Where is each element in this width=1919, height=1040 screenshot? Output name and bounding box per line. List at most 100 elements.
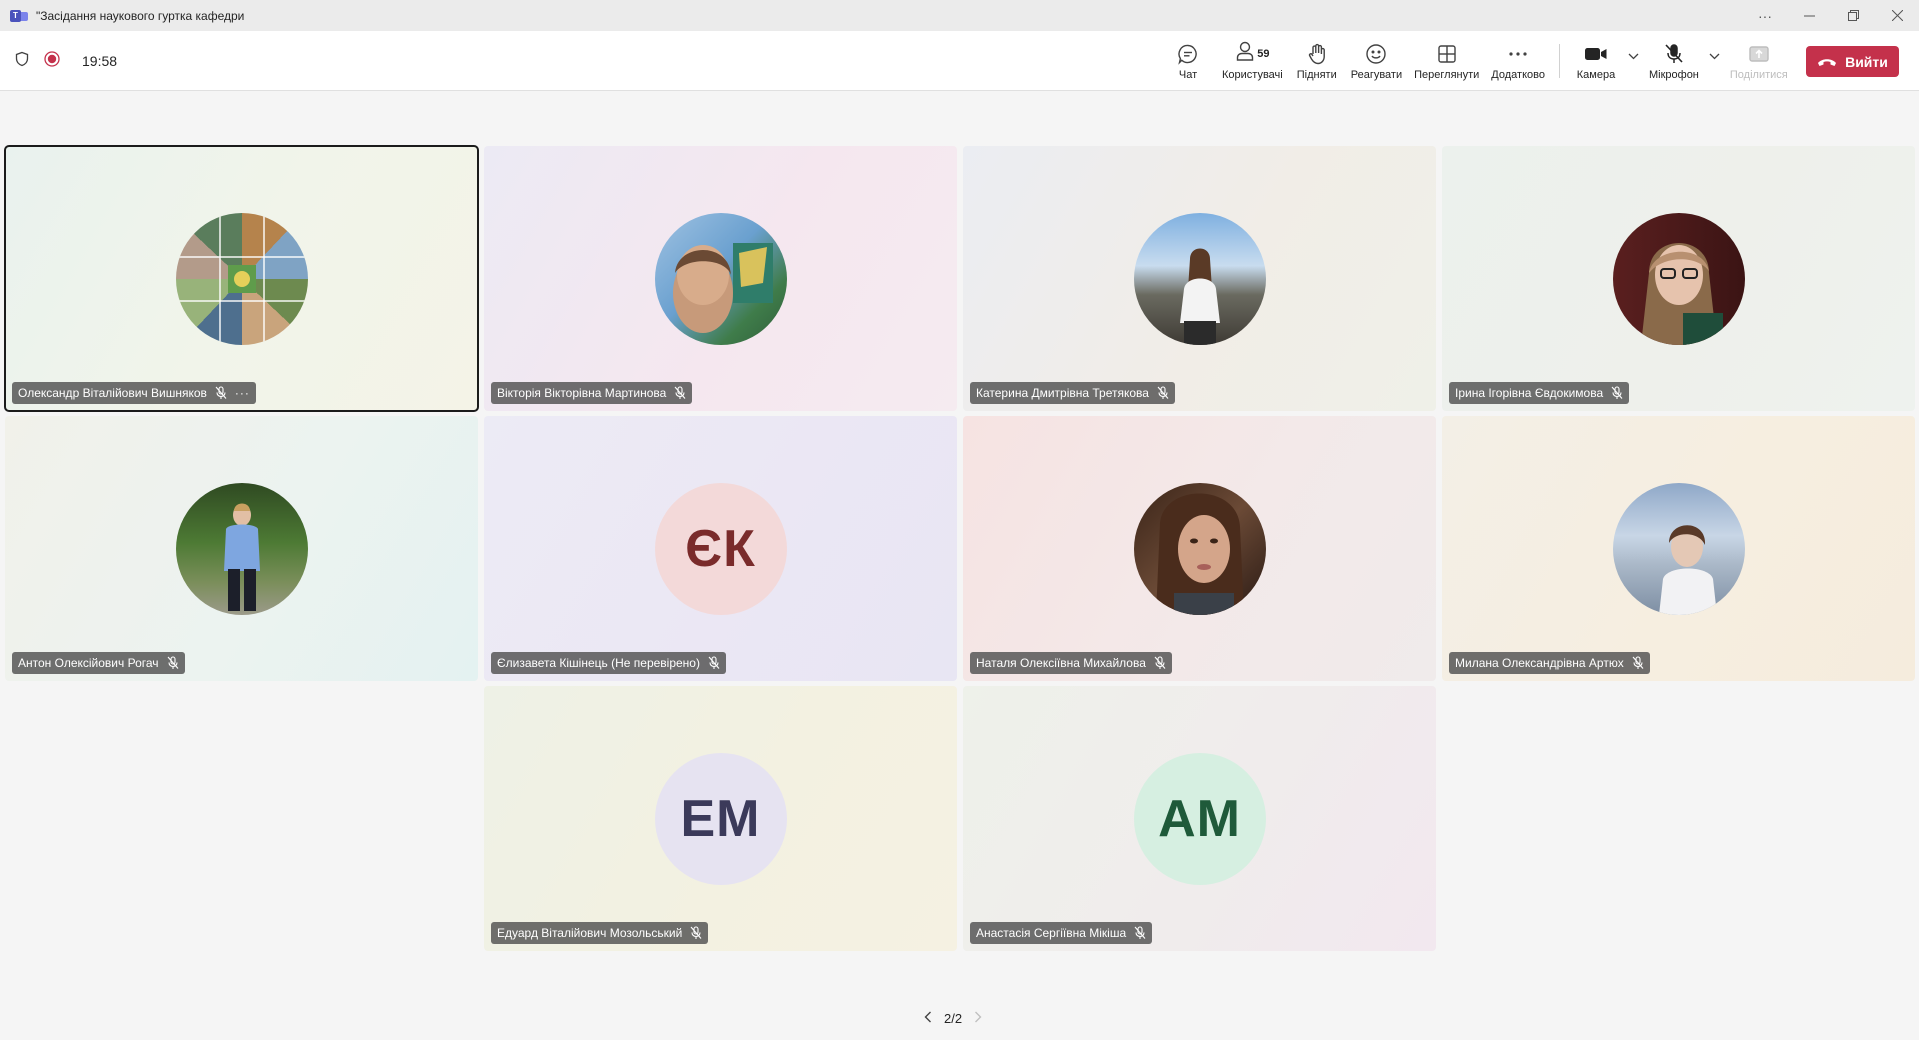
participant-tile[interactable]: Вікторія Вікторівна Мартинова <box>484 146 957 411</box>
minimize-button[interactable] <box>1787 0 1831 31</box>
avatar: ЕМ <box>654 753 787 885</box>
avatar-initials: ЄК <box>685 520 756 578</box>
participant-name: Олександр Віталійович Вишняков <box>18 386 207 400</box>
participant-tile[interactable]: ЄК Єлизавета Кішінець (Не перевірено) <box>484 416 957 681</box>
mic-off-icon <box>690 926 702 940</box>
grid-view-icon <box>1437 42 1457 66</box>
participant-tile[interactable]: ЕМ Едуард Віталійович Мозольський <box>484 686 957 951</box>
participant-name-tag: Єлизавета Кішінець (Не перевірено) <box>491 652 726 674</box>
shield-icon[interactable] <box>14 51 30 72</box>
participant-tile[interactable]: Наталя Олексіївна Михайлова <box>963 416 1436 681</box>
more-button[interactable]: Додатково <box>1485 31 1551 91</box>
more-options-icon[interactable]: ··· <box>1743 0 1787 31</box>
avatar: АМ <box>1133 753 1266 885</box>
microphone-chevron-down-icon[interactable] <box>1709 51 1720 63</box>
raise-hand-button[interactable]: Підняти <box>1289 31 1345 91</box>
mic-off-icon <box>167 656 179 670</box>
chat-button[interactable]: Чат <box>1160 31 1216 91</box>
leave-button[interactable]: Вийти <box>1806 46 1899 77</box>
meeting-timer: 19:58 <box>82 53 118 69</box>
participant-name-tag: Едуард Віталійович Мозольський <box>491 922 709 944</box>
participant-name-tag: Вікторія Вікторівна Мартинова <box>491 382 693 404</box>
participant-name: Милана Олександрівна Артюх <box>1455 656 1624 670</box>
participant-tile[interactable]: Антон Олексійович Рогач <box>5 416 478 681</box>
window-title: "Засідання наукового гуртка кафедри <box>36 8 245 23</box>
chevron-left-icon[interactable] <box>924 1010 932 1026</box>
participant-tile[interactable]: АМ Анастасія Сергіївна Мікіша <box>963 686 1436 951</box>
people-label: Користувачі <box>1222 68 1283 81</box>
participant-name: Едуард Віталійович Мозольський <box>497 926 683 940</box>
react-label: Реагувати <box>1350 68 1403 81</box>
gallery-pager: 2/2 <box>924 1008 982 1028</box>
avatar <box>175 483 308 615</box>
avatar <box>1133 483 1266 615</box>
participant-name-tag: Анастасія Сергіївна Мікіша <box>970 922 1153 944</box>
camera-chevron-down-icon[interactable] <box>1628 51 1639 63</box>
camera-button[interactable]: Камера <box>1568 31 1624 91</box>
participant-name: Анастасія Сергіївна Мікіша <box>976 926 1127 940</box>
mic-off-icon <box>708 656 720 670</box>
participant-more-icon[interactable]: ··· <box>235 386 250 400</box>
restore-button[interactable] <box>1831 0 1875 31</box>
mic-off-icon <box>1134 926 1146 940</box>
participant-tile[interactable]: Олександр Віталійович Вишняков ··· <box>4 145 479 412</box>
avatar <box>1133 213 1266 345</box>
participant-tile[interactable]: Ірина Ігорівна Євдокимова <box>1442 146 1915 411</box>
toolbar-divider <box>1558 44 1560 78</box>
mic-off-icon <box>1611 386 1623 400</box>
participant-name-tag: Антон Олексійович Рогач <box>12 652 185 674</box>
teams-logo-icon: T <box>10 9 28 23</box>
participant-name-tag: Милана Олександрівна Артюх <box>1449 652 1650 674</box>
participant-name: Наталя Олексіївна Михайлова <box>976 656 1146 670</box>
microphone-button[interactable]: Мікрофон <box>1643 31 1705 91</box>
participant-tile[interactable]: Милана Олександрівна Артюх <box>1442 416 1915 681</box>
camera-icon <box>1584 42 1608 66</box>
participant-name: Ірина Ігорівна Євдокимова <box>1455 386 1604 400</box>
avatar <box>654 213 787 345</box>
leave-label: Вийти <box>1845 53 1888 70</box>
recording-icon <box>44 50 60 72</box>
mic-off-icon <box>1154 656 1166 670</box>
participant-name: Вікторія Вікторівна Мартинова <box>497 386 667 400</box>
participant-name: Єлизавета Кішінець (Не перевірено) <box>497 656 700 670</box>
avatar <box>1612 213 1745 345</box>
react-button[interactable]: Реагувати <box>1345 31 1408 91</box>
camera-label: Камера <box>1576 68 1616 81</box>
title-bar: T "Засідання наукового гуртка кафедри ··… <box>0 0 1919 31</box>
share-label: Поділитися <box>1729 68 1788 81</box>
microphone-label: Мікрофон <box>1648 68 1699 81</box>
mic-off-icon <box>1157 386 1169 400</box>
smiley-icon <box>1365 42 1387 66</box>
participant-name-tag: Ірина Ігорівна Євдокимова <box>1449 382 1630 404</box>
close-button[interactable] <box>1875 0 1919 31</box>
share-button[interactable]: Поділитися <box>1724 31 1794 91</box>
more-dots-icon <box>1507 42 1529 66</box>
avatar <box>1612 483 1745 615</box>
mic-off-icon <box>1632 656 1644 670</box>
chat-label: Чат <box>1178 68 1198 81</box>
view-label: Переглянути <box>1414 68 1480 81</box>
participant-name: Антон Олексійович Рогач <box>18 656 159 670</box>
people-icon <box>1235 40 1255 67</box>
participant-tile[interactable]: Катерина Дмитрівна Третякова <box>963 146 1436 411</box>
share-icon <box>1748 42 1770 66</box>
chevron-right-icon[interactable] <box>974 1010 982 1026</box>
participant-name-tag: Наталя Олексіївна Михайлова <box>970 652 1172 674</box>
participant-name: Катерина Дмитрівна Третякова <box>976 386 1149 400</box>
participant-name-tag: Олександр Віталійович Вишняков ··· <box>12 382 256 404</box>
hangup-phone-icon <box>1817 54 1837 70</box>
page-indicator: 2/2 <box>944 1010 963 1026</box>
people-count: 59 <box>1257 47 1270 60</box>
mic-off-icon <box>215 386 227 400</box>
meeting-controls-bar: 19:58 Чат 59 Користувачі Підняти Реагува… <box>0 31 1919 91</box>
hand-icon <box>1307 42 1327 66</box>
avatar <box>175 213 308 345</box>
chat-icon <box>1177 42 1199 66</box>
raise-hand-label: Підняти <box>1296 68 1337 81</box>
mic-off-icon <box>674 386 686 400</box>
avatar-initials: АМ <box>1158 790 1241 848</box>
view-button[interactable]: Переглянути <box>1408 31 1485 91</box>
participant-name-tag: Катерина Дмитрівна Третякова <box>970 382 1175 404</box>
people-button[interactable]: 59 Користувачі <box>1216 31 1289 91</box>
mic-off-icon <box>1664 42 1684 66</box>
